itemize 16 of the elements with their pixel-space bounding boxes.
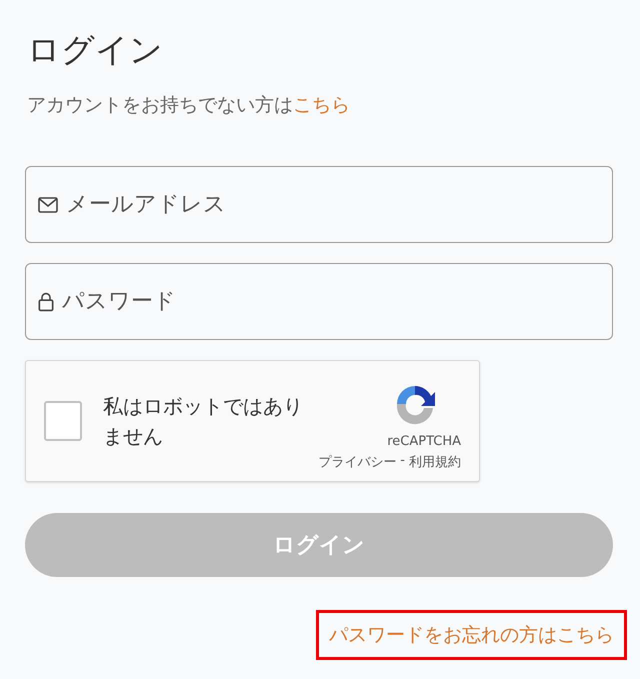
privacy-link[interactable]: プライバシー (318, 452, 396, 470)
signup-prompt: アカウントをお持ちでない方は (27, 94, 293, 116)
captcha-label: 私はロボットではありません (103, 393, 304, 450)
terms-link[interactable]: 利用規約 (409, 452, 461, 470)
input-field[interactable]: パスワード (62, 289, 600, 314)
page-title: ログイン (27, 30, 164, 70)
separator-text: - (400, 452, 405, 470)
input-field[interactable]: メールアドレス (66, 192, 600, 217)
forgot-password-link[interactable]: パスワードをお忘れの方はこちら (316, 610, 627, 660)
text-field[interactable]: メールアドレス (25, 166, 613, 243)
lock-icon (38, 292, 54, 312)
recaptcha-brand: reCAPTCHA (387, 434, 461, 448)
envelope-icon (38, 196, 58, 212)
text-field[interactable]: パスワード (25, 263, 613, 340)
signup-link[interactable]: こちら (293, 94, 350, 116)
checkbox[interactable] (44, 401, 82, 441)
